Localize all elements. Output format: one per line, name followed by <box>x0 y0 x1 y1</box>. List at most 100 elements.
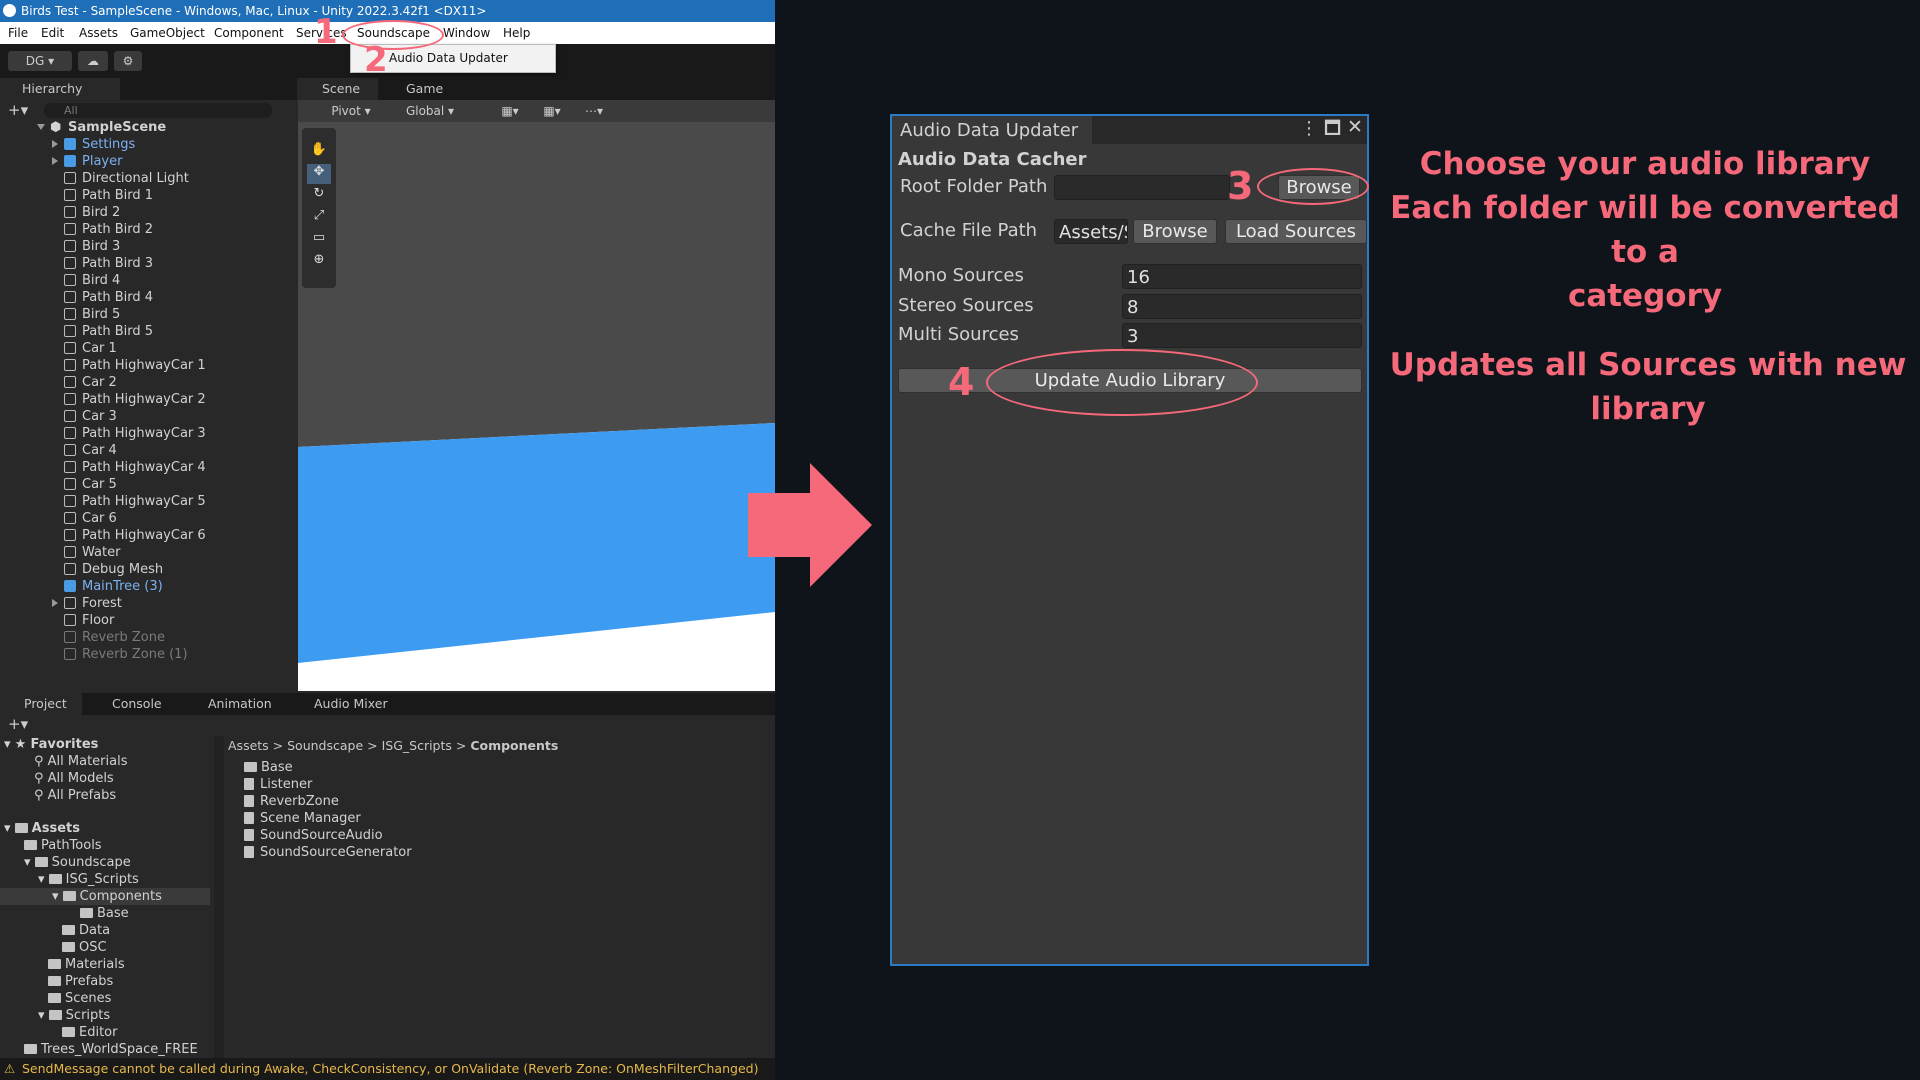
hierarchy-item[interactable]: Bird 2 <box>0 204 297 221</box>
asset-folder-row[interactable]: Materials <box>48 956 125 973</box>
more-options-icon[interactable]: ⋮ <box>1300 118 1318 139</box>
project-file-item[interactable]: ReverbZone <box>244 793 339 810</box>
root-folder-field[interactable] <box>1054 175 1230 200</box>
expand-triangle-icon[interactable] <box>52 140 58 148</box>
transform-tool-icon[interactable]: ⊕ <box>307 252 331 272</box>
hierarchy-item[interactable]: Path Bird 2 <box>0 221 297 238</box>
breadcrumb-item[interactable]: Assets <box>228 738 269 753</box>
project-file-item[interactable]: SoundSourceGenerator <box>244 844 412 861</box>
rect-tool-icon[interactable]: ▭ <box>307 230 331 250</box>
increment-icon[interactable]: ⋯▾ <box>576 101 612 121</box>
hierarchy-item[interactable]: Path HighwayCar 4 <box>0 459 297 476</box>
global-dropdown[interactable]: Global ▾ <box>392 101 468 121</box>
tab-game[interactable]: Game <box>388 78 458 100</box>
asset-folder-row[interactable]: ▾ ISG_Scripts <box>38 871 139 888</box>
hierarchy-item[interactable]: Debug Mesh <box>0 561 297 578</box>
multi-sources-field[interactable]: 3 <box>1122 323 1362 348</box>
hierarchy-item[interactable]: Path HighwayCar 6 <box>0 527 297 544</box>
hierarchy-item[interactable]: Car 5 <box>0 476 297 493</box>
asset-folder-row[interactable]: Scenes <box>48 990 111 1007</box>
pivot-dropdown[interactable]: Pivot ▾ <box>316 101 386 121</box>
tab-console[interactable]: Console <box>94 693 174 715</box>
asset-folder-row[interactable]: PathTools <box>24 837 102 854</box>
hierarchy-item[interactable]: Car 6 <box>0 510 297 527</box>
hierarchy-item[interactable]: Path HighwayCar 1 <box>0 357 297 374</box>
asset-folder-row[interactable]: Data <box>62 922 110 939</box>
expand-arrow-icon[interactable]: ▾ <box>38 872 49 887</box>
close-icon[interactable]: ✕ <box>1347 116 1363 138</box>
settings-icon[interactable]: ⚙ <box>114 51 142 71</box>
project-file-item[interactable]: SoundSourceAudio <box>244 827 383 844</box>
breadcrumb-item[interactable]: Components <box>470 738 558 753</box>
scale-tool-icon[interactable]: ⤢ <box>307 208 331 228</box>
hierarchy-search-input[interactable]: All <box>44 103 272 118</box>
hierarchy-scene-row[interactable]: ⬢ SampleScene <box>0 119 297 136</box>
hierarchy-item[interactable]: Directional Light <box>0 170 297 187</box>
menu-help[interactable]: Help <box>503 22 530 44</box>
mono-sources-field[interactable]: 16 <box>1122 264 1362 289</box>
assets-row[interactable]: ▾ Assets <box>4 820 80 837</box>
menu-gameobject[interactable]: GameObject <box>130 22 205 44</box>
cache-file-field[interactable]: Assets/Soundscape <box>1054 219 1128 244</box>
snap-icon[interactable]: ▦▾ <box>492 101 528 121</box>
expand-triangle-icon[interactable] <box>37 124 45 130</box>
maximize-icon[interactable]: 🗖 <box>1324 116 1341 146</box>
expand-arrow-icon[interactable]: ▾ <box>38 1008 49 1023</box>
hierarchy-item[interactable]: Car 3 <box>0 408 297 425</box>
project-file-item[interactable]: Scene Manager <box>244 810 361 827</box>
menu-component[interactable]: Component <box>214 22 284 44</box>
tab-audio-data-updater[interactable]: Audio Data Updater <box>892 116 1092 146</box>
account-button[interactable]: DG ▾ <box>8 51 72 71</box>
load-sources-button[interactable]: Load Sources <box>1225 219 1367 244</box>
project-add-icon[interactable]: +▾ <box>8 715 28 733</box>
tab-scene[interactable]: Scene <box>298 78 378 100</box>
asset-folder-row[interactable]: Trees_WorldSpace_FREE <box>24 1041 198 1058</box>
hierarchy-item[interactable]: Settings <box>0 136 297 153</box>
project-tree-scrollbar[interactable] <box>214 736 224 1058</box>
hierarchy-item[interactable]: Path Bird 1 <box>0 187 297 204</box>
cloud-icon[interactable]: ☁ <box>78 51 108 71</box>
stereo-sources-field[interactable]: 8 <box>1122 294 1362 319</box>
hierarchy-item[interactable]: Car 4 <box>0 442 297 459</box>
hierarchy-item[interactable]: Path Bird 4 <box>0 289 297 306</box>
move-tool-icon[interactable]: ✥ <box>307 164 331 184</box>
asset-folder-row[interactable]: Base <box>80 905 129 922</box>
hierarchy-item[interactable]: Path Bird 3 <box>0 255 297 272</box>
menu-assets[interactable]: Assets <box>79 22 118 44</box>
hierarchy-item[interactable]: Floor <box>0 612 297 629</box>
asset-folder-row[interactable]: ▾ Components <box>0 888 210 905</box>
tab-animation[interactable]: Animation <box>190 693 280 715</box>
hierarchy-item[interactable]: Path HighwayCar 5 <box>0 493 297 510</box>
asset-folder-row[interactable]: ▾ Soundscape <box>24 854 131 871</box>
breadcrumb-item[interactable]: ISG_Scripts <box>382 738 452 753</box>
tab-hierarchy[interactable]: Hierarchy <box>0 78 120 100</box>
asset-folder-row[interactable]: Prefabs <box>48 973 113 990</box>
hierarchy-item[interactable]: Path HighwayCar 2 <box>0 391 297 408</box>
expand-arrow-icon[interactable]: ▾ <box>24 855 35 870</box>
grid-icon[interactable]: ▦▾ <box>534 101 570 121</box>
hierarchy-item[interactable]: Car 2 <box>0 374 297 391</box>
asset-folder-row[interactable]: ▾ Scripts <box>38 1007 110 1024</box>
project-file-item[interactable]: Listener <box>244 776 312 793</box>
rotate-tool-icon[interactable]: ↻ <box>307 186 331 206</box>
hierarchy-item[interactable]: Path Bird 5 <box>0 323 297 340</box>
hierarchy-item[interactable]: Reverb Zone (1) <box>0 646 297 663</box>
hierarchy-item[interactable]: Path HighwayCar 3 <box>0 425 297 442</box>
tab-project[interactable]: Project <box>0 693 82 715</box>
hierarchy-item[interactable]: Bird 4 <box>0 272 297 289</box>
hierarchy-item[interactable]: Water <box>0 544 297 561</box>
menu-file[interactable]: File <box>8 22 28 44</box>
hierarchy-item[interactable]: Bird 5 <box>0 306 297 323</box>
favorites-item[interactable]: ⚲ All Prefabs <box>34 787 116 804</box>
expand-triangle-icon[interactable] <box>52 599 58 607</box>
hierarchy-item[interactable]: MainTree (3) <box>0 578 297 595</box>
expand-arrow-icon[interactable]: ▾ <box>52 889 63 904</box>
expand-triangle-icon[interactable] <box>52 157 58 165</box>
asset-folder-row[interactable]: OSC <box>62 939 107 956</box>
menu-edit[interactable]: Edit <box>41 22 64 44</box>
hierarchy-item[interactable]: Bird 3 <box>0 238 297 255</box>
favorites-item[interactable]: ⚲ All Models <box>34 770 114 787</box>
hand-tool-icon[interactable]: ✋ <box>307 142 331 162</box>
project-file-item[interactable]: Base <box>244 759 293 776</box>
hierarchy-item[interactable]: Car 1 <box>0 340 297 357</box>
